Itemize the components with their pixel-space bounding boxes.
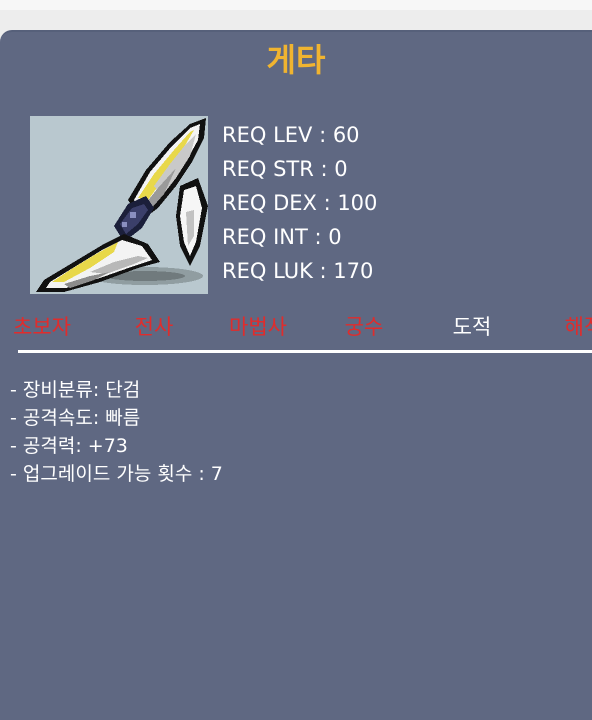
divider [18, 350, 592, 353]
item-name: 게타 [266, 41, 326, 79]
stat-attack-speed: - 공격속도: 빠름 [10, 407, 141, 429]
job-beginner: 초보자 [13, 315, 71, 339]
item-tooltip-panel: 게타 REQ LEV: 60 REQ STR: 0 REQ DEX: 10… [0, 30, 592, 720]
item-stats-list: - 장비분류: 단검 - 공격속도: 빠름 - 공격력: +73 - 업그레이드… [10, 376, 223, 488]
job-thief: 도적 [452, 315, 492, 339]
job-class-row: 초보자 전사 마법사 궁수 도적 해적 [0, 310, 592, 344]
req-dex: REQ DEX : 100 [222, 191, 378, 215]
stat-upgrade-slots: - 업그레이드 가능 횟수 : 7 [10, 463, 223, 485]
stat-equip-type: - 장비분류: 단검 [10, 379, 141, 401]
job-pirate: 해적 [564, 315, 592, 339]
job-magician: 마법사 [229, 315, 287, 339]
req-level: REQ LEV : 60 [222, 123, 360, 147]
job-warrior: 전사 [134, 315, 174, 339]
req-luk: REQ LUK : 170 [222, 259, 374, 283]
req-str: REQ STR : 0 [222, 157, 348, 181]
job-bowman: 궁수 [344, 315, 384, 339]
top-strip [0, 0, 592, 10]
dagger-icon [36, 118, 208, 292]
item-icon-frame [30, 116, 208, 294]
stat-attack-power: - 공격력: +73 [10, 435, 128, 457]
req-int: REQ INT : 0 [222, 225, 342, 249]
requirements-list: REQ LEV : 60 REQ STR : 0 REQ DEX : 100 R… [222, 118, 377, 288]
